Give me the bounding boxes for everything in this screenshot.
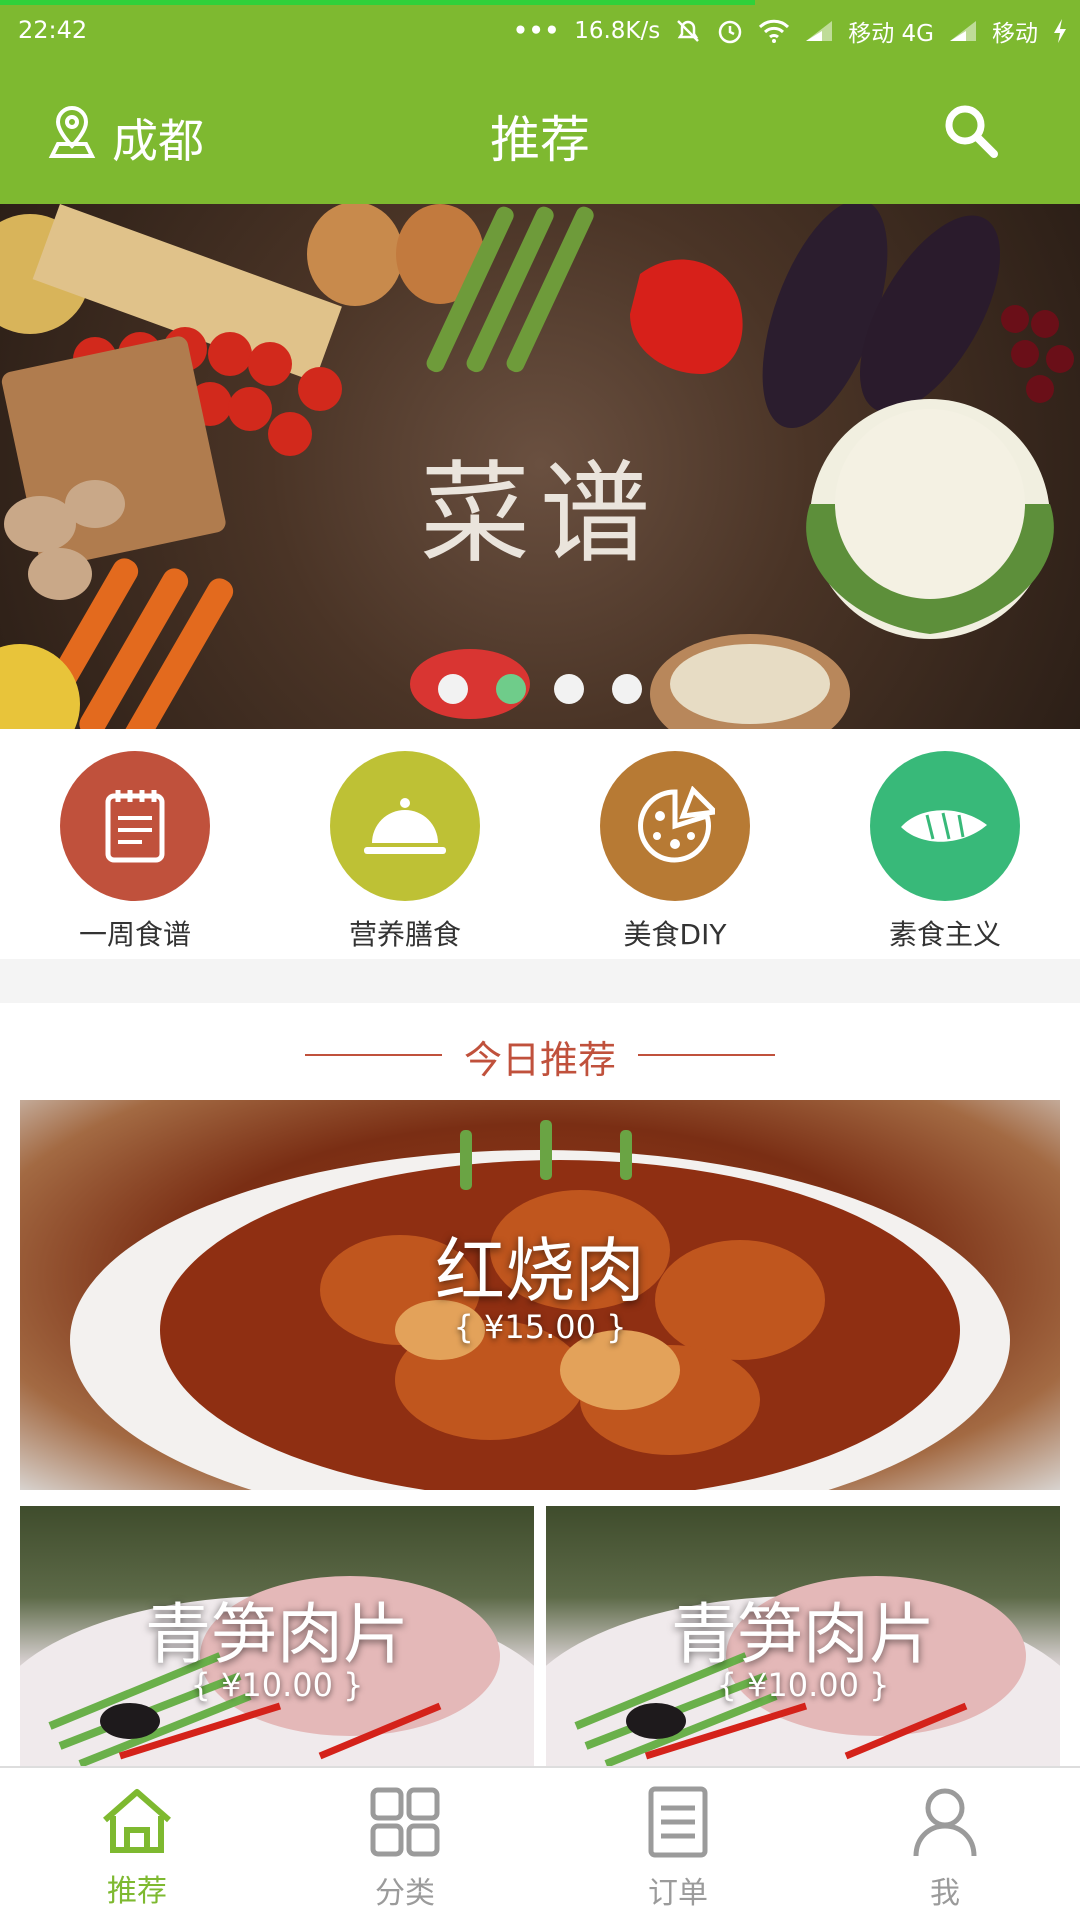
category-nutrition-meals[interactable]: 营养膳食: [305, 751, 505, 953]
category-vegetarian[interactable]: 素食主义: [845, 751, 1045, 953]
home-icon: [99, 1789, 175, 1860]
user-icon: [912, 1788, 978, 1862]
section-title: 今日推荐: [463, 1038, 616, 1082]
overflow-dots: •••: [513, 18, 561, 44]
category-label: 美食DIY: [623, 918, 727, 951]
tab-label: 我: [930, 1876, 960, 1911]
category-shortcuts: 一周食谱 营养膳食 美食DIY 素食主义: [0, 729, 1080, 959]
carousel-dot[interactable]: [438, 674, 468, 704]
notepad-icon: [60, 751, 210, 901]
carousel-dot-active[interactable]: [496, 674, 526, 704]
carousel-dot[interactable]: [554, 674, 584, 704]
section-divider: [0, 959, 1080, 1003]
dish-price: { ¥15.00 }: [453, 1308, 627, 1346]
carrier-2: 移动: [992, 21, 1038, 47]
alarm-icon: [716, 17, 744, 45]
wifi-icon: [758, 18, 790, 44]
signal-icon-2: [948, 19, 978, 43]
tab-orders[interactable]: 订单: [578, 1786, 778, 1912]
app-header: 成都 推荐: [0, 64, 1080, 204]
network-speed: 16.8K/s: [574, 18, 661, 44]
grid-icon: [369, 1787, 441, 1862]
pizza-icon: [600, 751, 750, 901]
category-food-diy[interactable]: 美食DIY: [575, 751, 775, 953]
category-weekly-recipes[interactable]: 一周食谱: [35, 751, 235, 953]
tab-me[interactable]: 我: [845, 1786, 1045, 1912]
dish-card[interactable]: 青笋肉片 { ¥10.00 }: [20, 1506, 534, 1766]
status-bar: 22:42 ••• 16.8K/s 移动 4G 移动: [0, 0, 1080, 64]
tab-label: 分类: [375, 1876, 435, 1911]
category-label: 营养膳食: [348, 918, 461, 951]
category-label: 素食主义: [888, 918, 1001, 951]
carrier-1: 移动 4G: [848, 21, 934, 47]
banner-logo: 菜谱: [420, 450, 660, 578]
search-button[interactable]: [940, 100, 1000, 164]
dish-price: { ¥10.00 }: [190, 1666, 364, 1704]
search-icon: [940, 105, 1000, 164]
dish-name: 红烧肉: [435, 1230, 645, 1312]
bottom-navigation: 推荐 分类 订单 我: [0, 1766, 1080, 1922]
tab-category[interactable]: 分类: [305, 1786, 505, 1912]
tab-recommend[interactable]: 推荐: [37, 1786, 237, 1910]
title-rule-right: [638, 1054, 775, 1056]
tab-label: 订单: [648, 1876, 708, 1911]
leaf-icon: [870, 751, 1020, 901]
status-time: 22:42: [18, 16, 88, 44]
serving-cloche-icon: [330, 751, 480, 901]
charging-icon: [1052, 18, 1068, 44]
status-icons: ••• 16.8K/s 移动 4G 移动: [513, 14, 1068, 48]
mute-icon: [674, 17, 702, 45]
today-recommend-header: 今日推荐: [0, 1003, 1080, 1103]
carousel-indicators: [0, 674, 1080, 704]
dish-card[interactable]: 青笋肉片 { ¥10.00 }: [546, 1506, 1060, 1766]
document-icon: [647, 1786, 709, 1862]
banner-carousel[interactable]: 菜谱: [0, 204, 1080, 729]
signal-icon-1: [804, 19, 834, 43]
dish-price: { ¥10.00 }: [716, 1666, 890, 1704]
page-title: 推荐: [490, 111, 590, 169]
category-label: 一周食谱: [78, 918, 191, 951]
dish-name: 青笋肉片: [145, 1596, 409, 1673]
dish-name: 青笋肉片: [671, 1596, 935, 1673]
tab-label: 推荐: [107, 1874, 167, 1909]
featured-dish-card[interactable]: 红烧肉 { ¥15.00 }: [20, 1100, 1060, 1490]
carousel-dot[interactable]: [612, 674, 642, 704]
page-load-progress: [0, 0, 755, 5]
